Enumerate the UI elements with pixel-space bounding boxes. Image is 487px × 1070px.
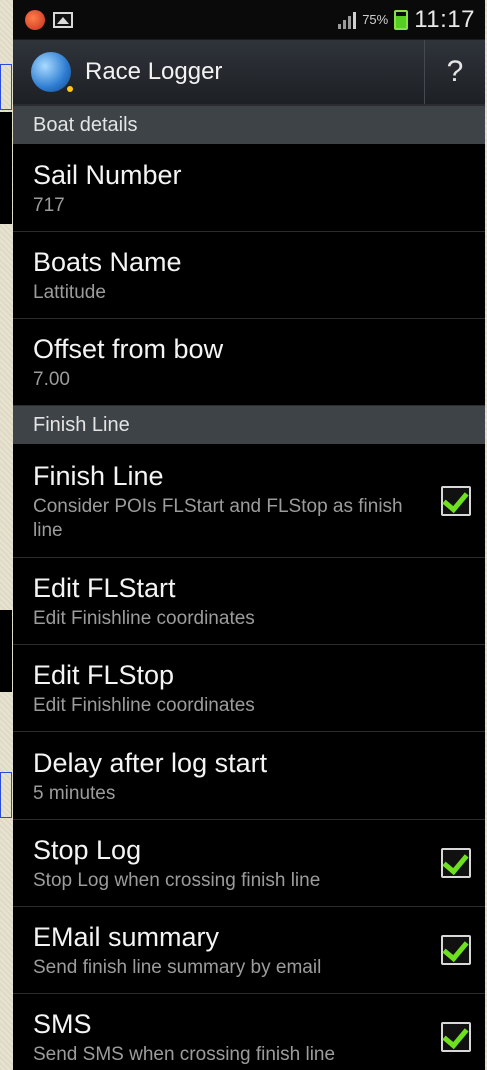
battery-percent: 75% xyxy=(362,12,389,27)
app-title: Race Logger xyxy=(85,58,223,85)
pref-summary: Edit Finishline coordinates xyxy=(33,695,255,716)
pref-title: Finish Line xyxy=(33,460,164,491)
pref-text: SMS Send SMS when crossing finish line xyxy=(33,1007,425,1067)
pref-edit-flstart[interactable]: Edit FLStart Edit Finishline coordinates xyxy=(13,558,485,645)
pref-text: Stop Log Stop Log when crossing finish l… xyxy=(33,833,425,893)
pref-text: Offset from bow 7.00 xyxy=(33,332,471,392)
clock: 11:17 xyxy=(414,5,475,33)
pref-text: EMail summary Send finish line summary b… xyxy=(33,920,425,980)
pref-text: Edit FLStart Edit Finishline coordinates xyxy=(33,571,471,631)
email-summary-checkbox[interactable] xyxy=(441,935,471,965)
pref-summary: 5 minutes xyxy=(33,782,116,804)
edge-marker xyxy=(0,772,12,818)
pref-summary: Stop Log when crossing finish line xyxy=(33,870,321,891)
globe-app-icon[interactable] xyxy=(31,52,73,92)
pref-text: Finish Line Consider POIs FLStart and FL… xyxy=(33,459,425,543)
pref-summary: Edit Finishline coordinates xyxy=(33,608,255,629)
pref-stop-log[interactable]: Stop Log Stop Log when crossing finish l… xyxy=(13,820,485,907)
pref-summary: Send finish line summary by email xyxy=(33,957,322,978)
status-indicators: 75% 11:17 xyxy=(338,6,475,34)
pref-text: Sail Number 717 xyxy=(33,158,471,218)
pref-title: Offset from bow xyxy=(33,334,224,364)
pref-summary: 7.00 xyxy=(33,369,70,390)
pref-sms[interactable]: SMS Send SMS when crossing finish line xyxy=(13,994,485,1070)
pref-summary: Consider POIs FLStart and FLStop as fini… xyxy=(33,495,403,541)
pref-title: Edit FLStop xyxy=(33,660,175,690)
category-finish-line: Finish Line xyxy=(13,406,485,444)
pref-boats-name[interactable]: Boats Name Lattitude xyxy=(13,232,485,319)
pref-delay-after-log-start[interactable]: Delay after log start 5 minutes xyxy=(13,732,485,820)
finish-line-checkbox[interactable] xyxy=(441,485,471,516)
notification-app-icon xyxy=(25,9,45,30)
pref-title: Delay after log start xyxy=(33,747,268,778)
pref-summary: 717 xyxy=(33,194,65,216)
edge-marker xyxy=(0,112,12,224)
pref-title: SMS xyxy=(33,1009,92,1039)
battery-icon xyxy=(394,9,409,30)
help-button[interactable]: ? xyxy=(424,40,485,104)
edge-marker xyxy=(0,610,12,692)
pref-title: Edit FLStart xyxy=(33,573,176,603)
action-bar: Race Logger ? xyxy=(13,40,485,106)
pref-finish-line[interactable]: Finish Line Consider POIs FLStart and FL… xyxy=(13,444,485,558)
pref-text: Boats Name Lattitude xyxy=(33,245,471,305)
category-boat-details: Boat details xyxy=(13,106,485,144)
pref-offset-from-bow[interactable]: Offset from bow 7.00 xyxy=(13,319,485,406)
pref-title: Sail Number xyxy=(33,159,182,190)
pref-edit-flstop[interactable]: Edit FLStop Edit Finishline coordinates xyxy=(13,645,485,732)
pref-title: Stop Log xyxy=(33,835,142,865)
status-bar: 75% 11:17 xyxy=(13,0,485,40)
edge-marker xyxy=(0,64,12,110)
stop-log-checkbox[interactable] xyxy=(441,848,471,878)
phone-screen: 75% 11:17 Race Logger ? Boat details Sai… xyxy=(13,0,485,1070)
pref-text: Edit FLStop Edit Finishline coordinates xyxy=(33,658,471,718)
picture-icon xyxy=(53,11,73,28)
pref-title: EMail summary xyxy=(33,922,220,952)
pref-text: Delay after log start 5 minutes xyxy=(33,746,471,806)
status-notifications xyxy=(25,9,73,30)
pref-summary: Send SMS when crossing finish line xyxy=(33,1044,336,1065)
pref-sail-number[interactable]: Sail Number 717 xyxy=(13,144,485,232)
sms-checkbox[interactable] xyxy=(441,1022,471,1052)
pref-summary: Lattitude xyxy=(33,282,106,303)
signal-icon xyxy=(338,11,357,29)
pref-email-summary[interactable]: EMail summary Send finish line summary b… xyxy=(13,907,485,994)
pref-title: Boats Name xyxy=(33,247,182,277)
